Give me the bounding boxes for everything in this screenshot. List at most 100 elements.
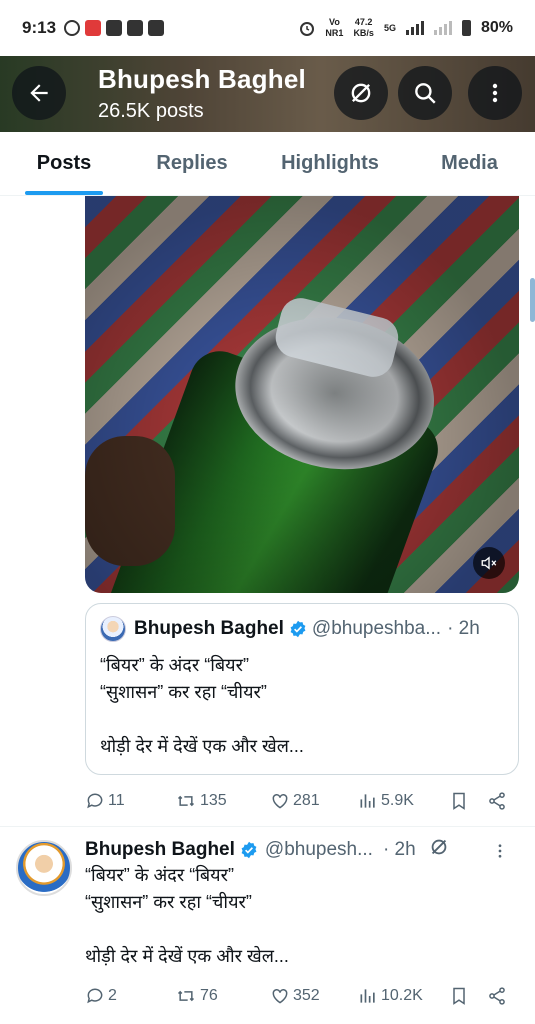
more-options-button[interactable] xyxy=(468,66,522,120)
views-icon xyxy=(360,794,375,808)
repost-icon xyxy=(177,990,195,1002)
like-count: 352 xyxy=(293,987,320,1004)
tab-label: Replies xyxy=(156,152,228,174)
like-button[interactable]: 281 xyxy=(270,791,320,811)
status-right: Vo NR1 47.2 KB/s 5G 80% xyxy=(299,17,513,39)
tweet-header: Bhupesh Baghel @bhupesh... · 2h xyxy=(85,836,515,864)
bookmark-button[interactable] xyxy=(449,986,469,1006)
tweet-text: “बियर” के अंदर “बियर” “सुशासन” कर रहा “च… xyxy=(85,865,289,966)
repost-button[interactable]: 76 xyxy=(175,986,218,1006)
divider xyxy=(0,826,535,827)
signal-icon xyxy=(405,21,424,35)
repost-count: 76 xyxy=(200,987,218,1004)
views-icon xyxy=(360,989,375,1003)
tab-label: Media xyxy=(441,152,498,174)
video-shade xyxy=(85,196,519,593)
reply-icon xyxy=(87,793,103,809)
tab-highlights[interactable]: Highlights xyxy=(256,132,404,195)
notification-icons xyxy=(64,20,165,36)
reply-button[interactable]: 2 xyxy=(85,986,117,1006)
whatsapp-icon xyxy=(64,20,81,36)
reply-icon xyxy=(87,988,103,1004)
alarm-icon xyxy=(300,22,315,36)
like-count: 281 xyxy=(293,792,320,809)
network-label: NR1 xyxy=(325,28,344,38)
tab-label: Posts xyxy=(36,152,92,174)
share-icon xyxy=(489,792,505,810)
avatar[interactable] xyxy=(100,616,126,642)
speaker-muted-icon xyxy=(481,556,497,570)
active-tab-indicator xyxy=(25,191,103,195)
grok-button[interactable] xyxy=(334,66,388,120)
more-vertical-icon xyxy=(492,83,498,103)
more-vertical-icon xyxy=(498,844,502,858)
author-handle[interactable]: @bhupesh... xyxy=(265,839,373,861)
scrollbar[interactable] xyxy=(530,278,535,322)
author-name: Bhupesh Baghel xyxy=(134,618,284,639)
views-button[interactable]: 5.9K xyxy=(358,791,414,811)
search-button[interactable] xyxy=(398,66,452,120)
verified-badge-icon xyxy=(240,841,258,859)
app-notification-icon xyxy=(106,20,123,36)
tweet-time: · 2h xyxy=(382,839,416,860)
quoted-tweet[interactable]: Bhupesh Baghel @bhupeshba... · 2h “बियर”… xyxy=(85,603,519,775)
profile-name: Bhupesh Baghel xyxy=(98,64,306,94)
view-count: 10.2K xyxy=(381,987,423,1004)
network-type: 5G xyxy=(384,23,396,34)
grok-icon xyxy=(431,839,447,855)
reply-count: 11 xyxy=(108,792,125,809)
profile-tabs: Posts Replies Highlights Media xyxy=(0,132,535,196)
reply-button[interactable]: 11 xyxy=(85,791,125,811)
battery-icon xyxy=(461,20,471,36)
grok-icon xyxy=(351,83,371,103)
status-bar: 9:13 Vo NR1 47.2 KB/s 5G 80% xyxy=(0,0,535,56)
battery-percent: 80% xyxy=(480,19,513,36)
tab-posts[interactable]: Posts xyxy=(0,132,128,195)
share-button[interactable] xyxy=(487,986,507,1006)
tweet-time: · 2h xyxy=(447,618,480,639)
profile-header: Bhupesh Baghel 26.5K posts xyxy=(0,56,535,132)
bookmark-icon xyxy=(453,987,465,1005)
arrow-left-icon xyxy=(30,84,48,102)
bookmark-button[interactable] xyxy=(449,791,469,811)
mute-button[interactable] xyxy=(473,547,505,579)
network-indicator: Vo NR1 xyxy=(325,17,343,39)
avatar[interactable] xyxy=(16,840,72,896)
speed-unit: KB/s xyxy=(353,28,374,38)
mail-icon xyxy=(127,20,144,36)
like-button[interactable]: 352 xyxy=(270,986,320,1006)
signal-icon xyxy=(433,21,452,35)
video-player[interactable] xyxy=(85,196,519,593)
share-icon xyxy=(489,987,505,1005)
heart-icon xyxy=(272,988,288,1004)
tab-replies[interactable]: Replies xyxy=(128,132,256,195)
author-handle: @bhupeshba... xyxy=(311,618,442,639)
app-notification-icon xyxy=(85,20,102,36)
posts-count: 26.5K posts xyxy=(98,100,204,122)
author-name[interactable]: Bhupesh Baghel xyxy=(85,839,235,861)
back-button[interactable] xyxy=(12,66,66,120)
tab-media[interactable]: Media xyxy=(404,132,535,195)
speed-indicator: 47.2 KB/s xyxy=(353,17,374,39)
search-icon xyxy=(415,83,436,104)
tweet-actions: 11 135 281 5.9K xyxy=(85,786,519,816)
repost-button[interactable]: 135 xyxy=(175,791,227,811)
share-button[interactable] xyxy=(487,791,507,811)
reply-count: 2 xyxy=(108,987,117,1004)
verified-badge-icon xyxy=(289,620,307,638)
status-time: 9:13 xyxy=(22,18,57,37)
views-button[interactable]: 10.2K xyxy=(358,986,423,1006)
network-type-label: 5G xyxy=(383,22,396,33)
app-notification-icon xyxy=(148,20,165,36)
tab-label: Highlights xyxy=(281,152,379,174)
heart-icon xyxy=(272,793,288,809)
view-count: 5.9K xyxy=(381,792,414,809)
repost-icon xyxy=(177,795,195,807)
network-label: Vo xyxy=(329,17,340,27)
quoted-tweet-text: “बियर” के अंदर “बियर” “सुशासन” कर रहा “च… xyxy=(100,655,304,756)
tweet-actions: 2 76 352 10.2K xyxy=(85,981,519,1011)
grok-button[interactable] xyxy=(428,836,450,864)
repost-count: 135 xyxy=(200,792,227,809)
bookmark-icon xyxy=(453,792,465,810)
quoted-tweet-header: Bhupesh Baghel @bhupeshba... · 2h xyxy=(100,616,504,642)
